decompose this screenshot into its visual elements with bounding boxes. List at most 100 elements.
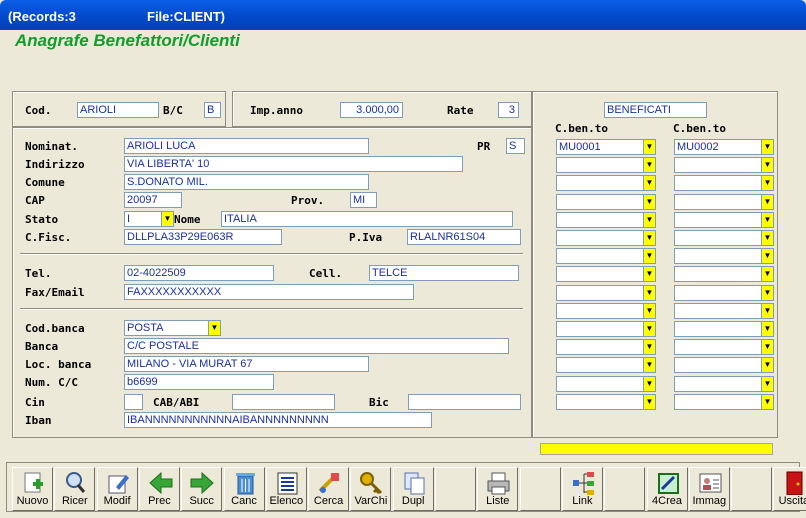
numcc-field[interactable]: b6699 [124,374,274,390]
chevron-down-icon[interactable]: ▼ [643,339,656,356]
chevron-down-icon[interactable]: ▼ [643,357,656,374]
chevron-down-icon[interactable]: ▼ [761,248,774,265]
cben-col2-field[interactable] [674,375,762,392]
nominat-field[interactable]: ARIOLI LUCA [124,138,369,154]
chevron-down-icon[interactable]: ▼ [761,284,774,301]
chevron-down-icon[interactable]: ▼ [761,193,774,210]
cben-col2-field[interactable] [674,193,762,210]
chevron-down-icon[interactable]: ▼ [643,266,656,283]
chevron-down-icon[interactable]: ▼ [643,321,656,337]
toolbar-button-empty[interactable] [731,467,773,511]
toolbar-button-uscita[interactable]: Uscita [773,467,806,511]
chevron-down-icon[interactable]: ▼ [643,375,656,392]
toolbar-button-nuovo[interactable]: Nuovo [12,467,53,511]
tel-field[interactable]: 02-4022509 [124,265,274,281]
cben-col1-field[interactable] [556,248,644,265]
toolbar-button-prec[interactable]: Prec [138,467,180,511]
toolbar-button-empty[interactable] [519,467,561,511]
pr-field[interactable]: S [506,138,525,154]
iban-field[interactable]: IBANNNNNNNNNNNAIBANNNNNNNNN [124,412,432,428]
codbanca-select[interactable]: POSTA [124,320,209,336]
cin-field[interactable] [124,394,143,410]
chevron-down-icon[interactable]: ▼ [643,393,656,410]
cben-col1-field[interactable] [556,339,644,356]
chevron-down-icon[interactable]: ▼ [761,175,774,192]
toolbar-button-varchi[interactable]: VarChi [350,467,392,511]
toolbar-button-link[interactable]: Link [561,467,603,511]
cben-col2-field[interactable]: MU0002 [674,139,762,155]
toolbar-button-canc[interactable]: Canc [223,467,265,511]
chevron-down-icon[interactable]: ▼ [643,175,656,192]
chevron-down-icon[interactable]: ▼ [761,357,774,374]
imp-anno-field[interactable]: 3.000,00 [340,102,403,118]
cell-field[interactable]: TELCE [369,265,519,281]
cben-col2-field[interactable] [674,284,762,301]
cben-col2-field[interactable] [674,339,762,356]
loc-banca-field[interactable]: MILANO - VIA MURAT 67 [124,356,369,372]
cben-col1-field[interactable] [556,321,644,337]
cap-field[interactable]: 20097 [124,192,182,208]
toolbar-button-liste[interactable]: Liste [477,467,519,511]
cben-col1-field[interactable] [556,211,644,228]
toolbar-button-succ[interactable]: Succ [181,467,223,511]
cben-col2-field[interactable] [674,357,762,374]
cben-col1-field[interactable] [556,302,644,319]
codbanca-dropdown-icon[interactable]: ▼ [208,320,221,336]
cben-col1-field[interactable] [556,157,644,174]
cben-col1-field[interactable] [556,357,644,374]
cben-col1-field[interactable]: MU0001 [556,139,644,155]
toolbar-button-modif[interactable]: Modif [96,467,138,511]
chevron-down-icon[interactable]: ▼ [643,193,656,210]
rate-field[interactable]: 3 [498,102,519,118]
cben-col2-field[interactable] [674,321,762,337]
cben-col1-field[interactable] [556,393,644,410]
cben-col2-field[interactable] [674,175,762,192]
toolbar-button-empty[interactable] [604,467,646,511]
chevron-down-icon[interactable]: ▼ [761,321,774,337]
fax-field[interactable]: FAXXXXXXXXXXX [124,284,414,300]
cben-col1-field[interactable] [556,284,644,301]
chevron-down-icon[interactable]: ▼ [761,157,774,174]
toolbar-button-elenco[interactable]: Elenco [265,467,307,511]
cababi-field[interactable] [232,394,335,410]
chevron-down-icon[interactable]: ▼ [643,248,656,265]
cben-col2-field[interactable] [674,302,762,319]
cben-col1-field[interactable] [556,193,644,210]
cben-col1-field[interactable] [556,230,644,246]
chevron-down-icon[interactable]: ▼ [643,139,656,155]
cben-col2-field[interactable] [674,211,762,228]
cben-col2-field[interactable] [674,230,762,246]
banca-field[interactable]: C/C POSTALE [124,338,509,354]
chevron-down-icon[interactable]: ▼ [643,302,656,319]
chevron-down-icon[interactable]: ▼ [761,139,774,155]
piva-field[interactable]: RLALNR61S04 [407,229,521,245]
cben-col2-field[interactable] [674,393,762,410]
chevron-down-icon[interactable]: ▼ [761,266,774,283]
cben-col2-field[interactable] [674,157,762,174]
cben-col2-field[interactable] [674,266,762,283]
cfisc-field[interactable]: DLLPLA33P29E063R [124,229,282,245]
stato-select[interactable]: I [124,211,162,227]
cben-col1-field[interactable] [556,375,644,392]
stato-dropdown-icon[interactable]: ▼ [161,211,174,227]
toolbar-button-cerca[interactable]: Cerca [308,467,350,511]
toolbar-button-empty[interactable] [435,467,476,511]
chevron-down-icon[interactable]: ▼ [761,375,774,392]
cben-col1-field[interactable] [556,175,644,192]
toolbar-button-ricer[interactable]: Ricer [54,467,96,511]
nome-field[interactable]: ITALIA [221,211,513,227]
chevron-down-icon[interactable]: ▼ [643,157,656,174]
chevron-down-icon[interactable]: ▼ [643,284,656,301]
chevron-down-icon[interactable]: ▼ [761,230,774,246]
comune-field[interactable]: S.DONATO MIL. [124,174,369,190]
chevron-down-icon[interactable]: ▼ [761,302,774,319]
toolbar-button-immag[interactable]: Immag [688,467,730,511]
cben-col1-field[interactable] [556,266,644,283]
chevron-down-icon[interactable]: ▼ [761,393,774,410]
indirizzo-field[interactable]: VIA LIBERTA' 10 [124,156,463,172]
chevron-down-icon[interactable]: ▼ [761,339,774,356]
cod-field[interactable]: ARIOLI [77,102,159,118]
bc-field[interactable]: B [204,102,221,118]
toolbar-button-dupl[interactable]: Dupl [392,467,434,511]
bic-field[interactable] [408,394,521,410]
